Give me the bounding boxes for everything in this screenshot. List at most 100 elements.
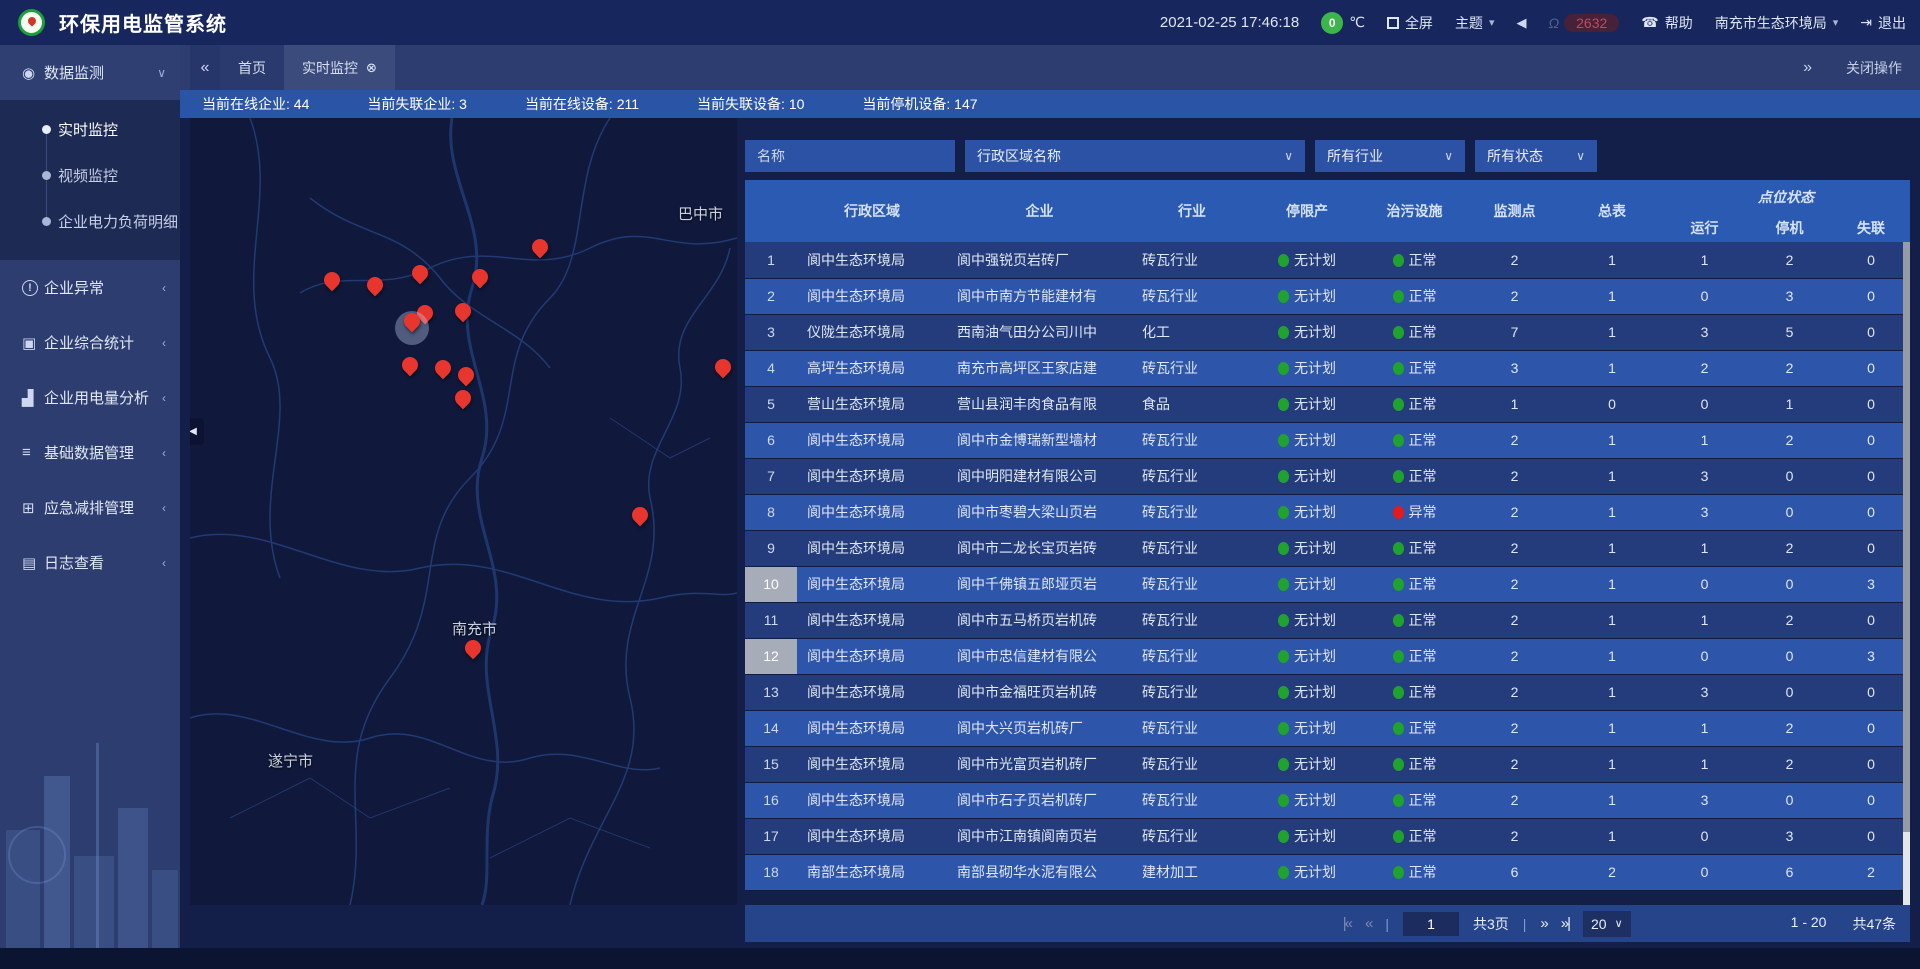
table-row[interactable]: 1阆中生态环境局阆中强锐页岩砖厂砖瓦行业无计划正常21120 — [745, 242, 1910, 278]
tab-home[interactable]: 首页 — [220, 45, 284, 90]
map-pin-icon[interactable] — [321, 269, 344, 292]
tabs-scroll-right-icon[interactable]: » — [1803, 59, 1812, 77]
chevron-down-icon: ∨ — [1615, 917, 1623, 930]
cell-company: 阆中千佛镇五郎垭页岩 — [947, 566, 1132, 602]
cell-company: 南充市高坪区王家店建 — [947, 350, 1132, 386]
sidebar-item-emergency-reduction[interactable]: ⊞应急减排管理‹ — [0, 480, 180, 535]
notification-area[interactable]: Ω 2632 — [1548, 14, 1619, 32]
map-pin-icon[interactable] — [432, 357, 455, 380]
cell-region: 仪陇生态环境局 — [797, 314, 947, 350]
map-pin-icon[interactable] — [462, 637, 485, 660]
sidebar-item-base-data[interactable]: ≡基础数据管理‹ — [0, 425, 180, 480]
cell-industry: 砖瓦行业 — [1132, 242, 1252, 278]
next-page-button[interactable]: » — [1540, 915, 1546, 932]
cell-points: 2 — [1467, 782, 1562, 818]
sidebar-item-data-monitoring[interactable]: ◉数据监测∨ — [0, 45, 180, 100]
table-row[interactable]: 11阆中生态环境局阆中市五马桥页岩机砖砖瓦行业无计划正常21120 — [745, 602, 1910, 638]
sidebar-subitem[interactable]: 企业电力负荷明细 — [0, 198, 180, 244]
col-points: 监测点 — [1467, 180, 1562, 242]
sidebar-item-log-view[interactable]: ▤日志查看‹ — [0, 535, 180, 590]
table-row[interactable]: 17阆中生态环境局阆中市江南镇阆南页岩砖瓦行业无计划正常21030 — [745, 818, 1910, 854]
cell-limit: 无计划 — [1252, 242, 1362, 278]
help-button[interactable]: ☎ 帮助 — [1641, 13, 1692, 33]
cell-facility: 正常 — [1362, 602, 1467, 638]
col-status-group: 点位状态 — [1662, 180, 1910, 214]
log-icon: ▤ — [22, 554, 44, 572]
sidebar-item-enterprise-statistics[interactable]: ▣企业综合统计‹ — [0, 315, 180, 370]
fullscreen-button[interactable]: 全屏 — [1387, 13, 1433, 33]
tab-realtime-monitoring[interactable]: 实时监控 ⊗ — [284, 45, 395, 90]
map-pin-icon[interactable] — [712, 356, 735, 379]
cell-run: 1 — [1662, 710, 1747, 746]
close-operations-button[interactable]: 关闭操作 — [1846, 58, 1902, 78]
industry-select[interactable]: 所有行业 ∨ — [1315, 140, 1465, 172]
row-index: 5 — [745, 386, 797, 422]
theme-button[interactable]: 主题 ▾ — [1455, 13, 1495, 33]
table-row[interactable]: 9阆中生态环境局阆中市二龙长宝页岩砖砖瓦行业无计划正常21120 — [745, 530, 1910, 566]
panel-collapse-button[interactable]: ◀ — [190, 418, 204, 445]
chevron-down-icon: ▾ — [1489, 16, 1495, 29]
prev-page-button[interactable]: « — [1365, 915, 1371, 932]
table-row[interactable]: 6阆中生态环境局阆中市金博瑞新型墙材砖瓦行业无计划正常21120 — [745, 422, 1910, 458]
sidebar-item-enterprise-abnormal[interactable]: !企业异常‹ — [0, 260, 180, 315]
table-row[interactable]: 18南部生态环境局南部县砌华水泥有限公建材加工无计划正常62062 — [745, 854, 1910, 890]
table-row[interactable]: 14阆中生态环境局阆中大兴页岩机砖厂砖瓦行业无计划正常21120 — [745, 710, 1910, 746]
speaker-icon[interactable]: ◀ — [1516, 15, 1526, 31]
name-filter-input[interactable] — [745, 140, 955, 172]
logout-button[interactable]: ⇥ 退出 — [1860, 13, 1906, 33]
cell-run: 1 — [1662, 602, 1747, 638]
sidebar-item-power-analysis[interactable]: ▟企业用电量分析‹ — [0, 370, 180, 425]
page-size-select[interactable]: 20 ∨ — [1583, 911, 1631, 937]
status-select[interactable]: 所有状态 ∨ — [1475, 140, 1597, 172]
map-pin-icon[interactable] — [399, 354, 422, 377]
map-pin-icon[interactable] — [409, 262, 432, 285]
cell-company: 南部县砌华水泥有限公 — [947, 854, 1132, 890]
cell-points: 2 — [1467, 530, 1562, 566]
stats-icon: ▣ — [22, 334, 44, 352]
org-menu[interactable]: 南充市生态环境局 ▾ — [1715, 13, 1839, 33]
cell-stop: 2 — [1747, 422, 1832, 458]
table-row[interactable]: 4高坪生态环境局南充市高坪区王家店建砖瓦行业无计划正常31220 — [745, 350, 1910, 386]
table-row[interactable]: 2阆中生态环境局阆中市南方节能建材有砖瓦行业无计划正常21030 — [745, 278, 1910, 314]
map-pin-icon[interactable] — [452, 387, 475, 410]
region-select[interactable]: 行政区域名称 ∨ — [965, 140, 1305, 172]
row-index: 13 — [745, 674, 797, 710]
table-row[interactable]: 8阆中生态环境局阆中市枣碧大梁山页岩砖瓦行业无计划异常21300 — [745, 494, 1910, 530]
table-row[interactable]: 7阆中生态环境局阆中明阳建材有限公司砖瓦行业无计划正常21300 — [745, 458, 1910, 494]
map-pin-icon[interactable] — [529, 236, 552, 259]
table-row[interactable]: 16阆中生态环境局阆中市石子页岩机砖厂砖瓦行业无计划正常21300 — [745, 782, 1910, 818]
table-row[interactable]: 12阆中生态环境局阆中市忠信建材有限公砖瓦行业无计划正常21003 — [745, 638, 1910, 674]
cell-meter: 1 — [1562, 746, 1662, 782]
table-row[interactable]: 3仪陇生态环境局西南油气田分公司川中化工无计划正常71350 — [745, 314, 1910, 350]
cell-points: 2 — [1467, 746, 1562, 782]
enterprise-table: 行政区域 企业 行业 停限产 治污设施 监测点 总表 点位状态 — [745, 180, 1910, 905]
table-row[interactable]: 10阆中生态环境局阆中千佛镇五郎垭页岩砖瓦行业无计划正常21003 — [745, 566, 1910, 602]
page-number-input[interactable] — [1403, 912, 1459, 936]
map-pin-icon[interactable] — [469, 266, 492, 289]
close-icon[interactable]: ⊗ — [366, 60, 377, 76]
status-dot — [1393, 434, 1404, 447]
scrollbar-thumb[interactable] — [1903, 242, 1910, 832]
map-pin-icon[interactable] — [452, 300, 475, 323]
row-index: 17 — [745, 818, 797, 854]
sidebar-subitem[interactable]: 实时监控 — [0, 106, 180, 152]
cell-limit: 无计划 — [1252, 350, 1362, 386]
sidebar-subitem[interactable]: 视频监控 — [0, 152, 180, 198]
status-dot — [1393, 506, 1404, 519]
map-pin-icon[interactable] — [364, 274, 387, 297]
map-pin-icon[interactable] — [455, 364, 478, 387]
cell-company: 阆中强锐页岩砖厂 — [947, 242, 1132, 278]
cell-industry: 砖瓦行业 — [1132, 278, 1252, 314]
first-page-button[interactable]: |« — [1343, 915, 1351, 932]
map-pin-icon[interactable] — [629, 504, 652, 527]
cell-points: 2 — [1467, 494, 1562, 530]
table-row[interactable]: 13阆中生态环境局阆中市金福旺页岩机砖砖瓦行业无计划正常21300 — [745, 674, 1910, 710]
tabs-scroll-left-icon[interactable]: « — [190, 45, 220, 90]
bullet-icon — [42, 125, 51, 134]
cell-points: 2 — [1467, 422, 1562, 458]
table-row[interactable]: 5营山生态环境局营山县润丰肉食品有限食品无计划正常10010 — [745, 386, 1910, 422]
last-page-button[interactable]: »| — [1561, 915, 1569, 932]
table-scrollbar[interactable] — [1903, 242, 1910, 905]
table-row[interactable]: 15阆中生态环境局阆中市光富页岩机砖厂砖瓦行业无计划正常21120 — [745, 746, 1910, 782]
cell-region: 阆中生态环境局 — [797, 638, 947, 674]
